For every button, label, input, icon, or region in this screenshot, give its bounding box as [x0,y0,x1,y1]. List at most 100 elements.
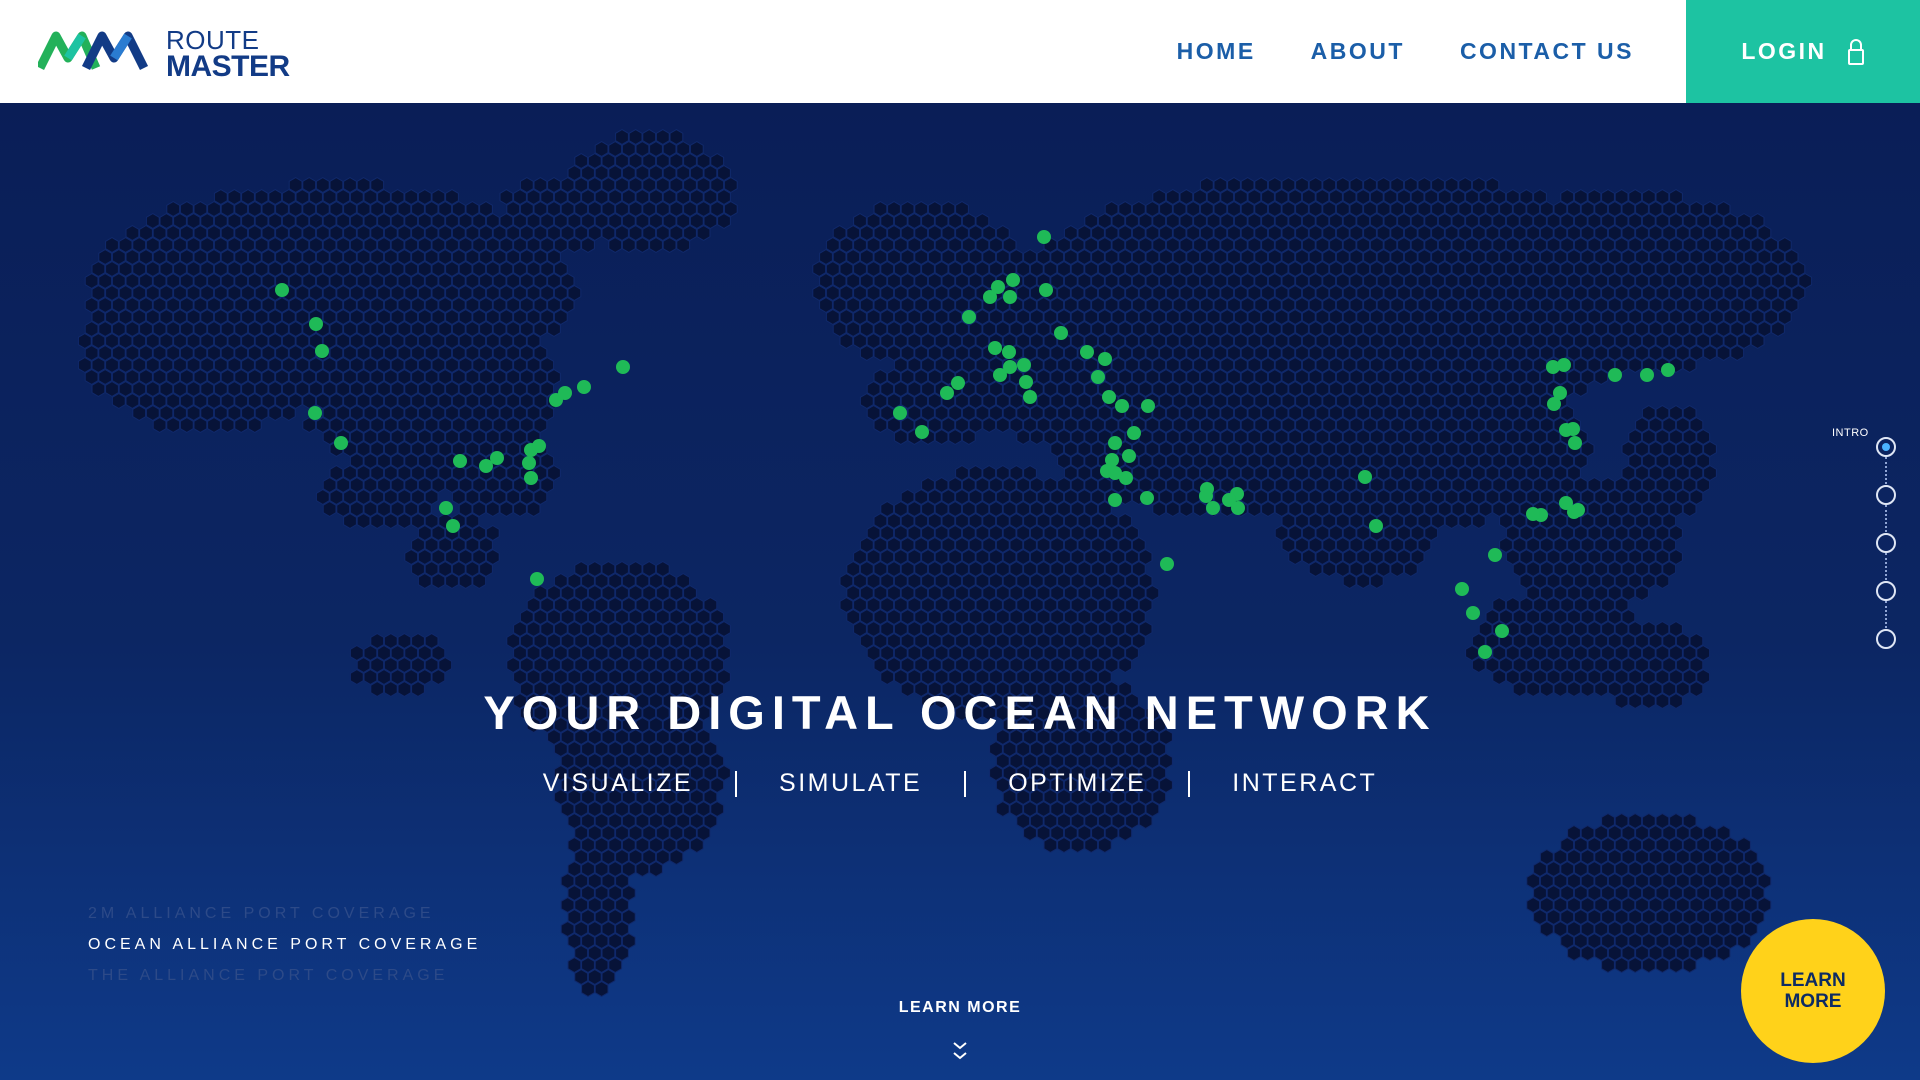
port-marker[interactable] [1466,606,1480,620]
port-marker[interactable] [1608,368,1622,382]
map-hex-cell [873,657,888,673]
port-marker[interactable] [940,386,954,400]
nav-about-link[interactable]: ABOUT [1311,38,1405,65]
port-marker[interactable] [439,501,453,515]
port-marker[interactable] [1080,345,1094,359]
port-marker[interactable] [334,436,348,450]
port-marker[interactable] [893,406,907,420]
port-marker[interactable] [1023,390,1037,404]
feature-interact[interactable]: INTERACT [1190,769,1419,798]
port-marker[interactable] [453,454,467,468]
port-marker[interactable] [1054,326,1068,340]
port-marker[interactable] [1003,290,1017,304]
port-marker[interactable] [308,406,322,420]
port-marker[interactable] [1019,375,1033,389]
map-hex-cell [921,261,935,277]
port-marker[interactable] [1006,273,1020,287]
port-marker[interactable] [1566,422,1580,436]
port-marker[interactable] [1140,491,1154,505]
port-marker[interactable] [1206,501,1220,515]
map-hex-cell [390,261,405,277]
side-dot-4[interactable] [1876,581,1896,601]
map-hex-cell [220,225,235,241]
port-marker[interactable] [524,471,538,485]
map-hex-cell [948,357,963,373]
map-hex-cell [621,645,636,661]
coverage-option-the-alliance[interactable]: THE ALLIANCE PORT COVERAGE [88,960,481,991]
feature-simulate[interactable]: SIMULATE [737,769,964,798]
port-marker[interactable] [1115,399,1129,413]
map-hex-cell [513,213,527,229]
port-marker[interactable] [1002,345,1016,359]
port-marker[interactable] [1557,358,1571,372]
port-marker[interactable] [1568,436,1582,450]
port-marker[interactable] [1091,370,1105,384]
chevron-down-icon[interactable] [953,1040,967,1064]
port-marker[interactable] [446,519,460,533]
port-marker[interactable] [1526,507,1540,521]
port-marker[interactable] [1455,582,1469,596]
map-hex-cell [1281,489,1296,505]
side-dot-3[interactable] [1876,533,1896,553]
port-marker[interactable] [1039,283,1053,297]
port-marker[interactable] [1108,493,1122,507]
port-marker[interactable] [309,317,323,331]
port-marker[interactable] [1369,519,1383,533]
map-hex-cell [1628,357,1643,373]
port-marker[interactable] [1495,624,1509,638]
port-marker[interactable] [577,380,591,394]
port-marker[interactable] [490,451,504,465]
port-marker[interactable] [1127,426,1141,440]
port-marker[interactable] [1478,645,1492,659]
login-button[interactable]: LOGIN [1686,0,1920,103]
port-marker[interactable] [1098,352,1112,366]
port-marker[interactable] [1108,436,1122,450]
side-dot-intro[interactable] [1876,437,1896,457]
port-marker[interactable] [1661,363,1675,377]
port-marker[interactable] [1102,390,1116,404]
port-marker[interactable] [530,572,544,586]
learn-more-link[interactable]: LEARN MORE [0,999,1920,1017]
feature-optimize[interactable]: OPTIMIZE [966,769,1188,798]
nav-contact-link[interactable]: CONTACT US [1460,38,1634,65]
port-marker[interactable] [962,310,976,324]
port-marker[interactable] [532,439,546,453]
port-marker[interactable] [1141,399,1155,413]
port-marker[interactable] [315,344,329,358]
port-marker[interactable] [275,283,289,297]
map-hex-cell [1301,189,1316,205]
port-marker[interactable] [915,425,929,439]
route-master-logo[interactable]: ROUTE MASTER [38,27,290,81]
coverage-option-ocean[interactable]: OCEAN ALLIANCE PORT COVERAGE [88,929,481,960]
port-marker[interactable] [1547,397,1561,411]
port-marker[interactable] [558,386,572,400]
port-marker[interactable] [1199,489,1213,503]
map-hex-cell [560,921,575,937]
learn-more-button[interactable]: LEARN MORE [1741,919,1885,1063]
port-marker[interactable] [1358,470,1372,484]
port-marker[interactable] [988,341,1002,355]
port-marker[interactable] [993,368,1007,382]
nav-home-link[interactable]: HOME [1177,38,1256,65]
map-hex-cell [404,477,419,493]
port-marker[interactable] [991,280,1005,294]
port-marker[interactable] [1037,230,1051,244]
port-marker[interactable] [1160,557,1174,571]
coverage-option-2m[interactable]: 2M ALLIANCE PORT COVERAGE [88,898,481,929]
side-dot-2[interactable] [1876,485,1896,505]
port-marker[interactable] [1017,358,1031,372]
port-marker[interactable] [522,456,536,470]
map-hex-cell [1417,441,1432,457]
map-hex-cell [1233,237,1248,253]
port-marker[interactable] [1559,496,1573,510]
port-marker[interactable] [1571,503,1585,517]
port-marker[interactable] [1231,501,1245,515]
port-marker[interactable] [1122,449,1136,463]
port-marker[interactable] [616,360,630,374]
feature-visualize[interactable]: VISUALIZE [501,769,735,798]
port-marker[interactable] [1108,466,1122,480]
port-marker[interactable] [951,376,965,390]
side-dot-5[interactable] [1876,629,1896,649]
port-marker[interactable] [1488,548,1502,562]
port-marker[interactable] [1640,368,1654,382]
